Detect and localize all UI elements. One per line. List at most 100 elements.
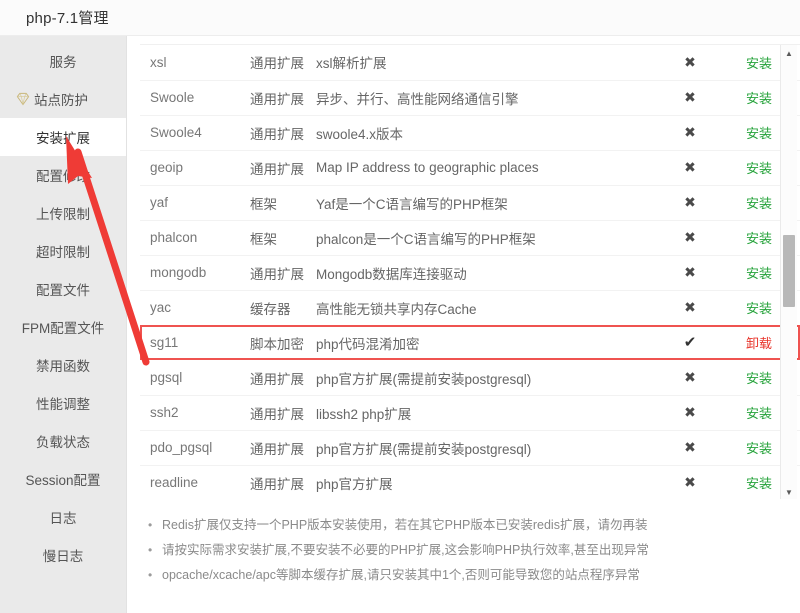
sidebar-item-2[interactable]: 安装扩展	[0, 118, 126, 156]
extension-status: ✖	[662, 45, 718, 80]
install-button[interactable]: 安装	[746, 56, 772, 71]
not-installed-x-icon: ✖	[684, 474, 696, 490]
extension-status: ✖	[662, 220, 718, 255]
table-row[interactable]: readline通用扩展php官方扩展✖安装	[140, 465, 800, 499]
table-row[interactable]: xsl通用扩展xsl解析扩展 ✖ 安装	[140, 45, 800, 80]
install-button[interactable]: 安装	[746, 476, 772, 491]
scrollbar-thumb[interactable]	[783, 235, 795, 307]
extension-table-scroll-area[interactable]: xsl通用扩展xsl解析扩展✖安装Swoole通用扩展异步、并行、高性能网络通信…	[140, 45, 800, 499]
table-row[interactable]: geoip通用扩展Map IP address to geographic pl…	[140, 150, 800, 185]
window-titlebar: php-7.1管理	[0, 0, 800, 36]
table-row[interactable]: sg11脚本加密php代码混淆加密 ✔ 卸载	[140, 325, 800, 360]
sidebar-item-13[interactable]: 慢日志	[0, 536, 126, 574]
table-row[interactable]: Swoole通用扩展异步、并行、高性能网络通信引擎✖安装	[140, 80, 800, 115]
extension-description: php官方扩展(需提前安装postgresql)	[316, 430, 662, 465]
extension-type: 通用扩展	[250, 115, 316, 150]
php-manage-window: php-7.1管理 服务站点防护安装扩展配置修改上传限制超时限制配置文件 FPM配…	[0, 0, 800, 613]
extension-type: 脚本加密	[250, 325, 316, 360]
extension-description: php代码混淆加密	[316, 325, 662, 360]
uninstall-button[interactable]: 卸载	[746, 336, 772, 351]
sidebar-item-label: 负载状态	[36, 431, 90, 451]
sidebar-item-label: 慢日志	[43, 545, 84, 565]
not-installed-x-icon: ✖	[684, 124, 696, 140]
sidebar-item-3[interactable]: 配置修改	[0, 156, 126, 194]
installed-check-icon: ✔	[684, 334, 697, 351]
install-button[interactable]: 安装	[746, 441, 772, 456]
table-row[interactable]: yac缓存器高性能无锁共享内存Cache✖安装	[140, 290, 800, 325]
not-installed-x-icon: ✖	[684, 369, 696, 385]
sidebar-item-8[interactable]: 禁用函数	[0, 346, 126, 384]
sidebar-item-10[interactable]: 负载状态	[0, 422, 126, 460]
extension-description: Yaf是一个C语言编写的PHP框架	[316, 185, 662, 220]
vertical-scrollbar[interactable]: ▲ ▼	[780, 45, 797, 499]
extension-name: ssh2	[140, 395, 250, 430]
extension-type: 通用扩展	[250, 45, 316, 80]
table-row[interactable]: Swoole4通用扩展swoole4.x版本✖安装	[140, 115, 800, 150]
sidebar-item-11[interactable]: Session配置	[0, 460, 126, 498]
sidebar-item-label: 上传限制	[36, 203, 90, 223]
sidebar-item-label: FPM配置文件	[22, 317, 105, 337]
extension-description: 高性能无锁共享内存Cache	[316, 290, 662, 325]
sidebar-item-6[interactable]: 配置文件	[0, 270, 126, 308]
help-notes: •Redis扩展仅支持一个PHP版本安装使用，若在其它PHP版本已安装redis…	[140, 499, 800, 588]
table-row[interactable]: yaf框架Yaf是一个C语言编写的PHP框架✖安装	[140, 185, 800, 220]
not-installed-x-icon: ✖	[684, 439, 696, 455]
extension-description: xsl解析扩展	[316, 45, 662, 80]
install-button[interactable]: 安装	[746, 231, 772, 246]
sidebar-item-label: 配置文件	[36, 279, 90, 299]
extension-description: Mongodb数据库连接驱动	[316, 255, 662, 290]
extension-description: swoole4.x版本	[316, 115, 662, 150]
sidebar-nav: 服务站点防护安装扩展配置修改上传限制超时限制配置文件 FPM配置文件禁用函数性能调…	[0, 36, 127, 613]
sidebar-item-0[interactable]: 服务	[0, 42, 126, 80]
not-installed-x-icon: ✖	[684, 89, 696, 105]
extension-table-container: xsl通用扩展xsl解析扩展✖安装Swoole通用扩展异步、并行、高性能网络通信…	[140, 44, 800, 499]
sidebar-item-label: 站点防护	[34, 89, 88, 109]
install-button[interactable]: 安装	[746, 301, 772, 316]
extension-description: phalcon是一个C语言编写的PHP框架	[316, 220, 662, 255]
extension-status: ✖	[662, 255, 718, 290]
sidebar-item-4[interactable]: 上传限制	[0, 194, 126, 232]
window-body: 服务站点防护安装扩展配置修改上传限制超时限制配置文件 FPM配置文件禁用函数性能调…	[0, 36, 800, 613]
sidebar-item-5[interactable]: 超时限制	[0, 232, 126, 270]
install-button[interactable]: 安装	[746, 406, 772, 421]
install-button[interactable]: 安装	[746, 161, 772, 176]
extension-name: xsl	[140, 45, 250, 80]
sidebar-item-label: 安装扩展	[36, 127, 90, 147]
sidebar-item-9[interactable]: 性能调整	[0, 384, 126, 422]
note-text: opcache/xcache/apc等脚本缓存扩展,请只安装其中1个,否则可能导…	[162, 563, 640, 588]
table-row[interactable]: pgsql通用扩展php官方扩展(需提前安装postgresql)✖安装	[140, 360, 800, 395]
extension-status: ✖	[662, 115, 718, 150]
extension-name: pdo_pgsql	[140, 430, 250, 465]
install-button[interactable]: 安装	[746, 371, 772, 386]
extension-type: 通用扩展	[250, 395, 316, 430]
extension-type: 通用扩展	[250, 150, 316, 185]
not-installed-x-icon: ✖	[684, 299, 696, 315]
extension-name: sg11	[140, 325, 250, 360]
install-button[interactable]: 安装	[746, 196, 772, 211]
sidebar-item-label: 服务	[50, 51, 77, 71]
scroll-up-arrow-icon[interactable]: ▲	[781, 45, 797, 61]
sidebar-item-1[interactable]: 站点防护	[0, 80, 126, 118]
install-button[interactable]: 安装	[746, 266, 772, 281]
table-row[interactable]: pdo_pgsql通用扩展php官方扩展(需提前安装postgresql)✖安装	[140, 430, 800, 465]
install-button[interactable]: 安装	[746, 126, 772, 141]
extension-type: 框架	[250, 185, 316, 220]
sidebar-item-label: Session配置	[25, 469, 100, 489]
extension-status: ✖	[662, 360, 718, 395]
table-row[interactable]: mongodb通用扩展Mongodb数据库连接驱动✖安装	[140, 255, 800, 290]
table-row[interactable]: ssh2通用扩展libssh2 php扩展✖安装	[140, 395, 800, 430]
extension-name: yaf	[140, 185, 250, 220]
extension-status: ✖	[662, 80, 718, 115]
scroll-down-arrow-icon[interactable]: ▼	[781, 484, 797, 499]
not-installed-x-icon: ✖	[684, 54, 696, 70]
note-item: •请按实际需求安装扩展,不要安装不必要的PHP扩展,这会影响PHP执行效率,甚至…	[148, 538, 800, 563]
install-button[interactable]: 安装	[746, 91, 772, 106]
sidebar-item-12[interactable]: 日志	[0, 498, 126, 536]
table-row[interactable]: phalcon框架phalcon是一个C语言编写的PHP框架✖安装	[140, 220, 800, 255]
sidebar-item-7[interactable]: FPM配置文件	[0, 308, 126, 346]
extension-name: geoip	[140, 150, 250, 185]
extension-status: ✔	[662, 325, 718, 360]
not-installed-x-icon: ✖	[684, 229, 696, 245]
extension-type: 通用扩展	[250, 465, 316, 499]
sidebar-item-label: 配置修改	[36, 165, 90, 185]
